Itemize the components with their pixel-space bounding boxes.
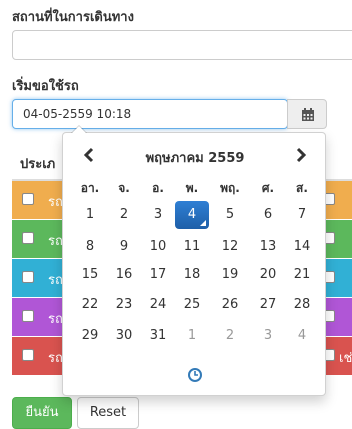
chevron-right-icon (296, 147, 307, 163)
day-cell[interactable]: 1 (73, 201, 107, 229)
day-cell[interactable]: 20 (251, 261, 285, 289)
clock-icon (188, 368, 202, 382)
day-cell[interactable]: 10 (141, 233, 175, 261)
day-cell[interactable]: 2 (107, 201, 141, 229)
calendar-icon (302, 108, 314, 121)
vehicle-type-cell: รถ (48, 273, 63, 288)
vehicle-type-cell: รถ (48, 195, 63, 210)
next-month-button[interactable] (291, 145, 311, 165)
weekday-header: จ. (118, 181, 130, 195)
day-cell[interactable]: 12 (213, 233, 247, 261)
day-cell[interactable]: 4 (285, 322, 319, 350)
row-checkbox[interactable] (22, 271, 34, 283)
weekday-header: พ. (185, 181, 199, 195)
vehicle-type-cell: รถ (48, 312, 63, 327)
day-cell[interactable]: 11 (175, 233, 209, 261)
row-checkbox[interactable] (22, 310, 34, 322)
day-cell[interactable]: 3 (251, 322, 285, 350)
start-date-input[interactable]: 04-05-2559 10:18 (12, 99, 288, 129)
day-cell[interactable]: 9 (107, 233, 141, 261)
day-cell[interactable]: 27 (251, 291, 285, 319)
vehicle-note-cell: เช่าก (339, 351, 352, 366)
day-cell[interactable]: 29 (73, 322, 107, 350)
calendar-button[interactable] (287, 99, 327, 129)
weekday-header: ส. (296, 181, 308, 195)
day-cell[interactable]: 2 (213, 322, 247, 350)
datepicker-popup: พฤษภาคม 2559 อา. จ. อ. พ. พฤ. ศ. ส. 1234567891… (62, 125, 326, 396)
row-checkbox[interactable] (22, 193, 34, 205)
day-cell[interactable]: 6 (251, 201, 285, 229)
row-checkbox[interactable] (22, 232, 34, 244)
day-cell[interactable]: 21 (285, 261, 319, 289)
confirm-button[interactable]: ยืนยัน (12, 397, 72, 429)
chevron-left-icon (83, 147, 94, 163)
weekday-header: ศ. (261, 181, 275, 195)
vehicle-type-header: ประเภ (20, 157, 56, 172)
reset-button[interactable]: Reset (77, 397, 139, 429)
day-cell[interactable]: 15 (73, 261, 107, 289)
day-cell[interactable]: 5 (213, 201, 247, 229)
start-date-label: เริ่มขอใช้รถ (12, 79, 79, 94)
vehicle-type-cell: รถ (48, 234, 63, 249)
place-input[interactable] (12, 30, 352, 60)
day-cell[interactable]: 1 (175, 322, 209, 350)
day-cell[interactable]: 13 (251, 233, 285, 261)
weekday-header: พฤ. (220, 181, 240, 195)
day-cell[interactable]: 16 (107, 261, 141, 289)
day-cell[interactable]: 7 (285, 201, 319, 229)
weekday-header: อา. (80, 181, 100, 195)
day-cell[interactable]: 25 (175, 291, 209, 319)
day-cell[interactable]: 8 (73, 233, 107, 261)
day-cell[interactable]: 26 (213, 291, 247, 319)
day-cell[interactable]: 24 (141, 291, 175, 319)
time-toggle[interactable] (187, 367, 203, 387)
month-title[interactable]: พฤษภาคม 2559 (103, 147, 287, 168)
day-cell[interactable]: 28 (285, 291, 319, 319)
day-cell[interactable]: 22 (73, 291, 107, 319)
row-checkbox[interactable] (22, 349, 34, 361)
day-cell[interactable]: 30 (107, 322, 141, 350)
day-cell[interactable]: 23 (107, 291, 141, 319)
day-cell[interactable]: 31 (141, 322, 175, 350)
day-cell[interactable]: 4 (175, 201, 209, 229)
day-cell[interactable]: 18 (175, 261, 209, 289)
day-cell[interactable]: 17 (141, 261, 175, 289)
day-cell[interactable]: 14 (285, 233, 319, 261)
day-cell[interactable]: 19 (213, 261, 247, 289)
day-cell[interactable]: 3 (141, 201, 175, 229)
weekday-header: อ. (152, 181, 164, 195)
place-label: สถานที่ในการเดินทาง (12, 10, 134, 25)
prev-month-button[interactable] (79, 145, 99, 165)
vehicle-type-cell: รถ (48, 351, 63, 366)
